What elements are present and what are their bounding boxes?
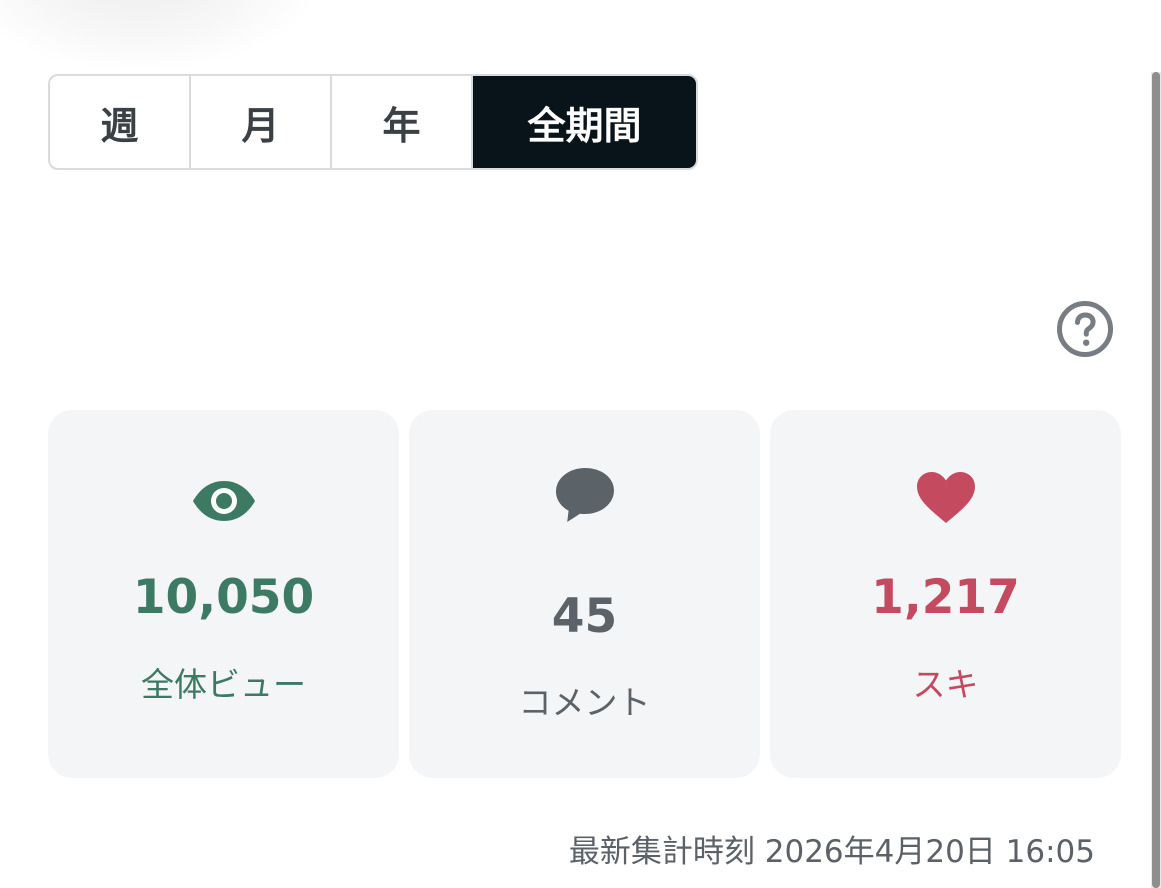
period-tabs: 週 月 年 全期間 <box>48 74 698 170</box>
tab-week[interactable]: 週 <box>50 76 191 168</box>
comments-card: 45 コメント <box>409 410 760 778</box>
likes-label: スキ <box>912 665 979 704</box>
comments-label: コメント <box>518 683 651 722</box>
views-label: 全体ビュー <box>141 665 306 704</box>
help-circle-icon <box>1057 301 1113 357</box>
heart-icon <box>916 472 975 523</box>
comment-icon <box>555 468 614 522</box>
views-count: 10,050 <box>132 570 315 625</box>
likes-count: 1,217 <box>871 570 1020 625</box>
help-button[interactable] <box>1056 300 1114 358</box>
eye-icon <box>192 481 255 521</box>
scrollbar-thumb[interactable] <box>1152 72 1160 888</box>
tab-all-time[interactable]: 全期間 <box>473 76 696 168</box>
likes-card: 1,217 スキ <box>770 410 1121 778</box>
views-card: 10,050 全体ビュー <box>48 410 399 778</box>
top-shadow <box>0 0 320 70</box>
stats-grid: 10,050 全体ビュー 45 コメント 1,217 スキ <box>48 410 1121 778</box>
comments-count: 45 <box>551 589 618 644</box>
tab-month[interactable]: 月 <box>191 76 332 168</box>
tab-year[interactable]: 年 <box>332 76 473 168</box>
last-updated-text: 最新集計時刻 2026年4月20日 16:05 <box>568 834 1095 870</box>
